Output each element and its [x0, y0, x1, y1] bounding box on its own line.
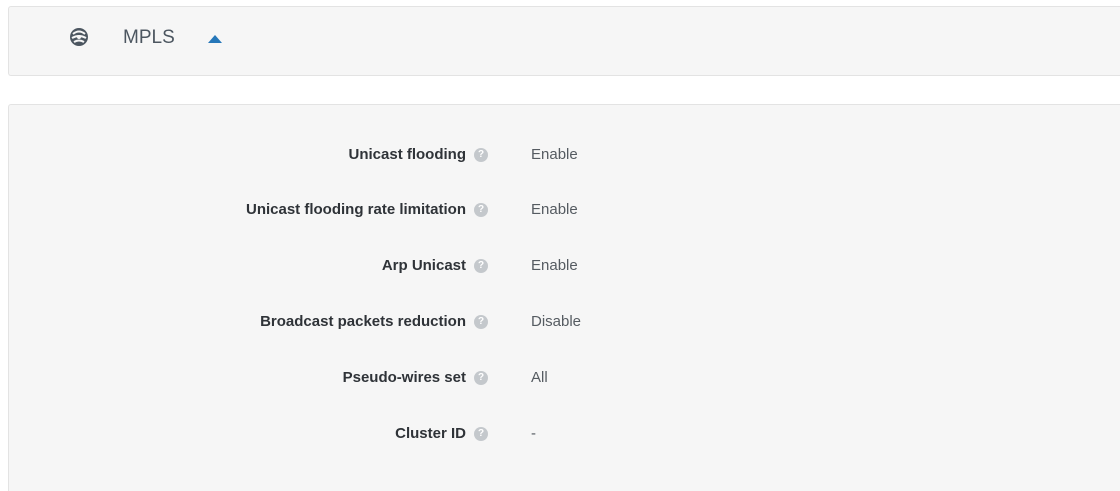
mpls-network-icon	[70, 28, 88, 46]
property-row-arp-unicast: Arp Unicast ? Enable	[9, 252, 1120, 280]
property-row-cluster-id: Cluster ID ? -	[9, 420, 1120, 448]
property-label: Pseudo-wires set	[342, 369, 466, 386]
property-label: Arp Unicast	[381, 257, 466, 274]
property-row-unicast-flooding: Unicast flooding ? Enable	[9, 141, 1120, 169]
mpls-section-header[interactable]: MPLS	[8, 6, 1120, 76]
property-label: Unicast flooding rate limitation	[245, 201, 466, 218]
property-row-pseudo-wires-set: Pseudo-wires set ? All	[9, 364, 1120, 392]
property-row-unicast-flooding-rate-limitation: Unicast flooding rate limitation ? Enabl…	[9, 196, 1120, 224]
property-value: Enable	[531, 201, 578, 218]
caret-up-icon[interactable]	[208, 35, 222, 43]
help-icon[interactable]: ?	[474, 427, 488, 441]
property-value: All	[531, 369, 548, 386]
property-label: Unicast flooding	[348, 146, 467, 163]
property-value: Enable	[531, 257, 578, 274]
property-row-broadcast-packets-reduction: Broadcast packets reduction ? Disable	[9, 308, 1120, 336]
help-icon[interactable]: ?	[474, 203, 488, 217]
property-label: Broadcast packets reduction	[260, 313, 466, 330]
help-icon[interactable]: ?	[474, 371, 488, 385]
property-label: Cluster ID	[395, 425, 466, 442]
property-value: -	[531, 425, 536, 442]
page: MPLS Unicast flooding ? Enable Unicast f…	[0, 0, 1120, 491]
mpls-properties-panel: Unicast flooding ? Enable Unicast floodi…	[8, 104, 1120, 491]
section-title: MPLS	[123, 27, 175, 48]
help-icon[interactable]: ?	[474, 148, 488, 162]
property-value: Enable	[531, 146, 578, 163]
help-icon[interactable]: ?	[474, 315, 488, 329]
property-value: Disable	[531, 313, 582, 330]
help-icon[interactable]: ?	[474, 259, 488, 273]
